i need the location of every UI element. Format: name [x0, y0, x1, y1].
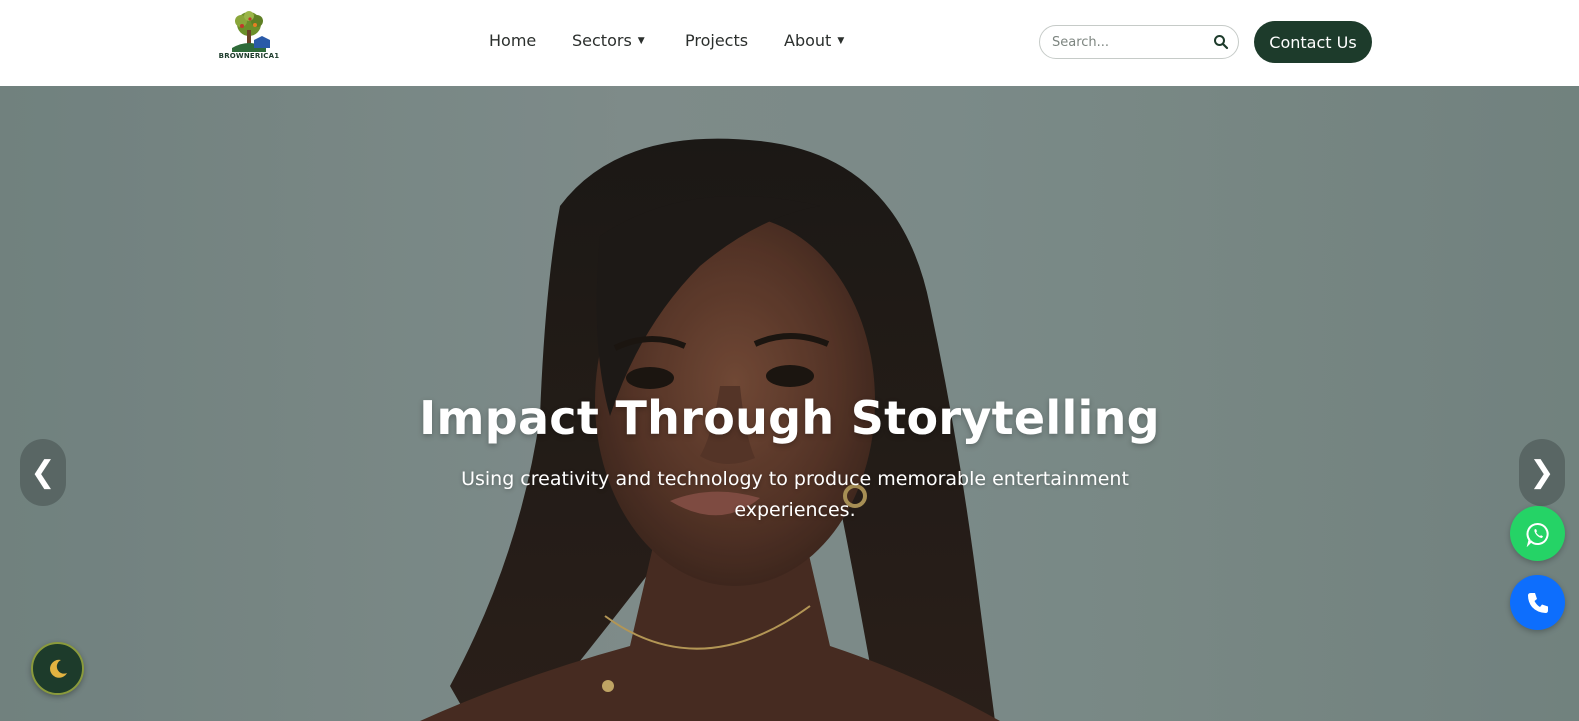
slider-prev-button[interactable]: ❮: [20, 439, 66, 506]
whatsapp-icon: [1526, 522, 1549, 547]
nav-item-sectors[interactable]: Sectors ▼: [572, 31, 645, 50]
hero-title: Impact Through Storytelling: [419, 391, 1160, 445]
nav-item-label: About: [784, 31, 832, 50]
hero-slider: Impact Through Storytelling Using creati…: [0, 86, 1579, 721]
search-icon[interactable]: [1213, 34, 1229, 50]
caret-down-icon: ▼: [837, 35, 845, 46]
nav-item-projects[interactable]: Projects: [685, 31, 748, 50]
search-box: [1039, 25, 1239, 59]
chevron-right-icon: ❯: [1529, 455, 1555, 490]
nav-item-label: Home: [489, 31, 537, 50]
search-input[interactable]: [1052, 34, 1212, 50]
chevron-left-icon: ❮: [30, 455, 56, 490]
contact-us-button[interactable]: Contact Us: [1254, 21, 1372, 63]
moon-icon: [49, 659, 67, 678]
caret-down-icon: ▼: [637, 35, 645, 46]
theme-toggle-button[interactable]: [31, 642, 84, 695]
nav-item-label: Sectors: [572, 31, 632, 50]
nav-item-about[interactable]: About ▼: [784, 31, 844, 50]
nav-item-home[interactable]: Home: [489, 31, 536, 50]
whatsapp-button[interactable]: [1510, 506, 1565, 561]
nav-item-label: Projects: [685, 31, 749, 50]
site-header: BROWNERICA1 Home Sectors ▼ Projects Abou…: [0, 0, 1579, 86]
brand-name: BROWNERICA1: [218, 52, 280, 60]
tree-logo-icon: [232, 11, 270, 52]
hero-subtitle: Using creativity and technology to produ…: [461, 468, 1129, 521]
phone-button[interactable]: [1510, 575, 1565, 630]
slider-next-button[interactable]: ❯: [1519, 439, 1565, 506]
phone-icon: [1527, 592, 1548, 613]
